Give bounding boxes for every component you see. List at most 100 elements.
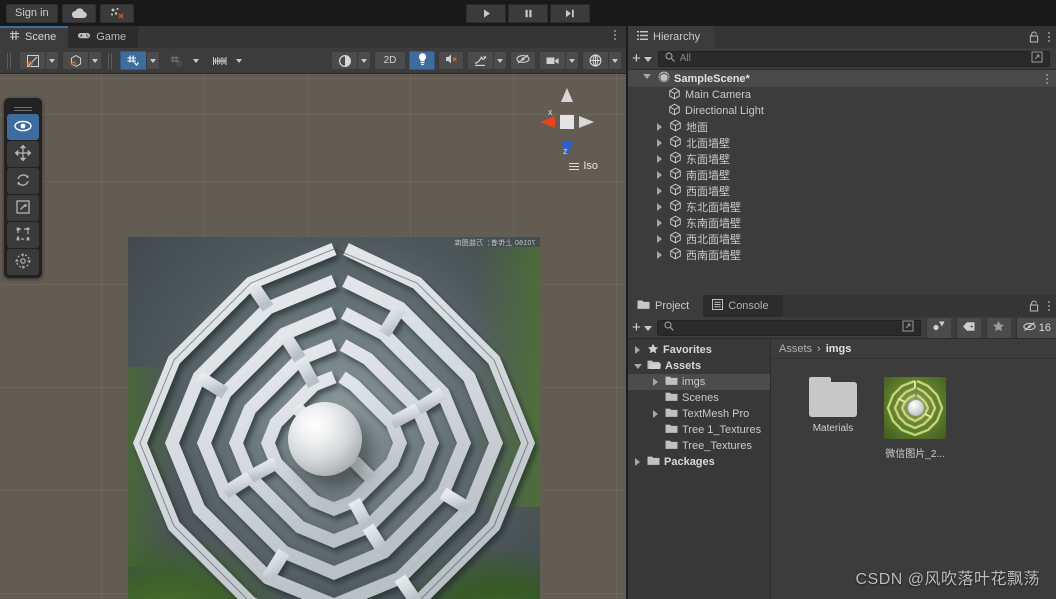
grid-snap-dropdown-button[interactable] <box>146 51 160 70</box>
snap-increment-icon[interactable] <box>206 51 232 70</box>
rect-tool-button[interactable] <box>7 222 39 248</box>
transform-tool-button[interactable] <box>7 249 39 275</box>
player-sphere[interactable] <box>288 402 362 476</box>
project-tree-item[interactable]: Tree 1_Textures <box>628 422 770 438</box>
grid-snap-icon[interactable] <box>120 51 146 70</box>
cloud-icon-button[interactable] <box>61 3 96 23</box>
expand-triangle[interactable] <box>654 251 665 259</box>
hierarchy-item[interactable]: 西面墙壁 <box>628 183 1056 199</box>
hierarchy-item[interactable]: 西南面墙壁 <box>628 247 1056 263</box>
project-tree-item[interactable]: Assets <box>628 358 770 374</box>
grid-visibility-dropdown-button[interactable] <box>189 51 203 70</box>
project-content-pane[interactable]: Assets › imgs Materials 微信图片_2... <box>771 339 1056 599</box>
hierarchy-item[interactable]: 东面墙壁 <box>628 151 1056 167</box>
hierarchy-scene-root[interactable]: SampleScene* <box>628 70 1056 87</box>
tab-project[interactable]: Project <box>628 295 704 317</box>
search-expand-icon[interactable] <box>1031 51 1043 66</box>
lock-icon[interactable] <box>1029 300 1039 312</box>
maze-quad[interactable]: 70160 上传者：万能图库 <box>128 237 540 599</box>
project-tree-item[interactable]: Scenes <box>628 390 770 406</box>
project-tree-item[interactable]: Favorites <box>628 342 770 358</box>
expand-triangle[interactable] <box>654 155 665 163</box>
project-tree-item[interactable]: Tree_Textures <box>628 438 770 454</box>
project-tree-item[interactable]: Packages <box>628 454 770 470</box>
asset-item-texture[interactable]: 微信图片_2... <box>879 377 951 460</box>
mode-2d-toggle[interactable]: 2D <box>374 51 406 70</box>
pivot-rotation-icon[interactable] <box>19 51 45 70</box>
scene-axis-gizmo[interactable]: x z <box>530 82 604 162</box>
hierarchy-item[interactable]: Main Camera <box>628 87 1056 103</box>
scene-camera-icon[interactable] <box>539 51 565 70</box>
pivot-dropdown-button[interactable] <box>45 51 59 70</box>
play-button[interactable] <box>466 3 506 23</box>
hierarchy-item[interactable]: 东南面墙壁 <box>628 215 1056 231</box>
expand-triangle[interactable] <box>654 235 665 243</box>
expand-triangle[interactable] <box>654 139 665 147</box>
project-tree-item[interactable]: TextMesh Pro <box>628 406 770 422</box>
expand-triangle[interactable] <box>632 364 643 369</box>
expand-triangle[interactable] <box>650 378 661 386</box>
pause-button[interactable] <box>508 3 548 23</box>
hierarchy-menu-button[interactable] <box>1048 32 1050 42</box>
expand-triangle[interactable] <box>654 203 665 211</box>
hierarchy-item[interactable]: 地面 <box>628 119 1056 135</box>
scene-row-menu-button[interactable] <box>1046 73 1048 84</box>
project-add-button[interactable]: + <box>632 320 652 335</box>
hierarchy-search-input[interactable]: All <box>657 50 1050 67</box>
tab-console[interactable]: Console <box>703 295 783 317</box>
breadcrumb-current[interactable]: imgs <box>826 343 852 355</box>
snap-increment-dropdown-button[interactable] <box>232 51 246 70</box>
project-menu-button[interactable] <box>1048 301 1050 311</box>
grid-visibility-icon[interactable] <box>163 51 189 70</box>
local-global-handle-icon[interactable] <box>62 51 88 70</box>
expand-triangle[interactable] <box>654 171 665 179</box>
audio-toggle[interactable] <box>438 51 464 70</box>
scale-tool-button[interactable] <box>7 195 39 221</box>
hierarchy-item[interactable]: 北面墙壁 <box>628 135 1056 151</box>
view-tool-button[interactable] <box>7 114 39 140</box>
expand-triangle[interactable] <box>654 187 665 195</box>
project-tree-item[interactable]: imgs <box>628 374 770 390</box>
gizmos-globe-icon[interactable] <box>582 51 608 70</box>
tab-hierarchy[interactable]: Hierarchy <box>628 26 715 48</box>
tab-scene[interactable]: Scene <box>0 26 69 48</box>
rotate-tool-button[interactable] <box>7 168 39 194</box>
breadcrumb-root[interactable]: Assets <box>779 343 812 355</box>
hidden-packages-toggle[interactable]: 16 <box>1015 317 1056 338</box>
handle-dropdown-button[interactable] <box>88 51 102 70</box>
gizmos-dropdown-button[interactable] <box>608 51 622 70</box>
tools-overlay-handle[interactable] <box>7 101 39 113</box>
hidden-objects-toggle[interactable] <box>510 51 536 70</box>
project-folder-tree[interactable]: Favorites Assets imgs Scenes TextMesh Pro Tre… <box>628 339 771 599</box>
sign-in-button[interactable]: Sign in <box>6 3 58 23</box>
favorites-star-button[interactable] <box>985 317 1011 338</box>
expand-triangle[interactable] <box>650 410 661 418</box>
fx-dropdown-button[interactable] <box>493 51 507 70</box>
hierarchy-tree[interactable]: SampleScene* Main Camera Directional Ligh… <box>628 70 1056 315</box>
hierarchy-item[interactable]: 西北面墙壁 <box>628 231 1056 247</box>
lighting-toggle[interactable] <box>409 51 435 70</box>
expand-triangle[interactable] <box>654 123 665 131</box>
projection-toggle[interactable]: Iso <box>569 160 598 172</box>
hierarchy-item[interactable]: 东北面墙壁 <box>628 199 1056 215</box>
expand-triangle[interactable] <box>654 219 665 227</box>
search-expand-icon[interactable] <box>902 320 914 335</box>
shaded-draw-mode-icon[interactable] <box>331 51 357 70</box>
fx-icon[interactable] <box>467 51 493 70</box>
move-tool-button[interactable] <box>7 141 39 167</box>
asset-item-materials[interactable]: Materials <box>797 377 869 460</box>
scene-expand-triangle[interactable] <box>642 74 652 79</box>
project-search-input[interactable] <box>656 319 921 336</box>
step-button[interactable] <box>550 3 590 23</box>
expand-triangle[interactable] <box>632 458 643 466</box>
hierarchy-item[interactable]: 南面墙壁 <box>628 167 1056 183</box>
scene-viewport[interactable]: x z Iso 70160 上传者：万能图库 <box>0 74 626 599</box>
tab-game[interactable]: Game <box>68 26 139 48</box>
scene-camera-dropdown-button[interactable] <box>565 51 579 70</box>
draw-mode-dropdown-button[interactable] <box>357 51 371 70</box>
unity-services-button[interactable] <box>99 3 134 23</box>
scene-panel-menu-button[interactable] <box>614 30 616 40</box>
hierarchy-item[interactable]: Directional Light <box>628 103 1056 119</box>
toolbar-grip-2[interactable] <box>108 52 114 69</box>
search-by-type-button[interactable] <box>925 317 951 338</box>
